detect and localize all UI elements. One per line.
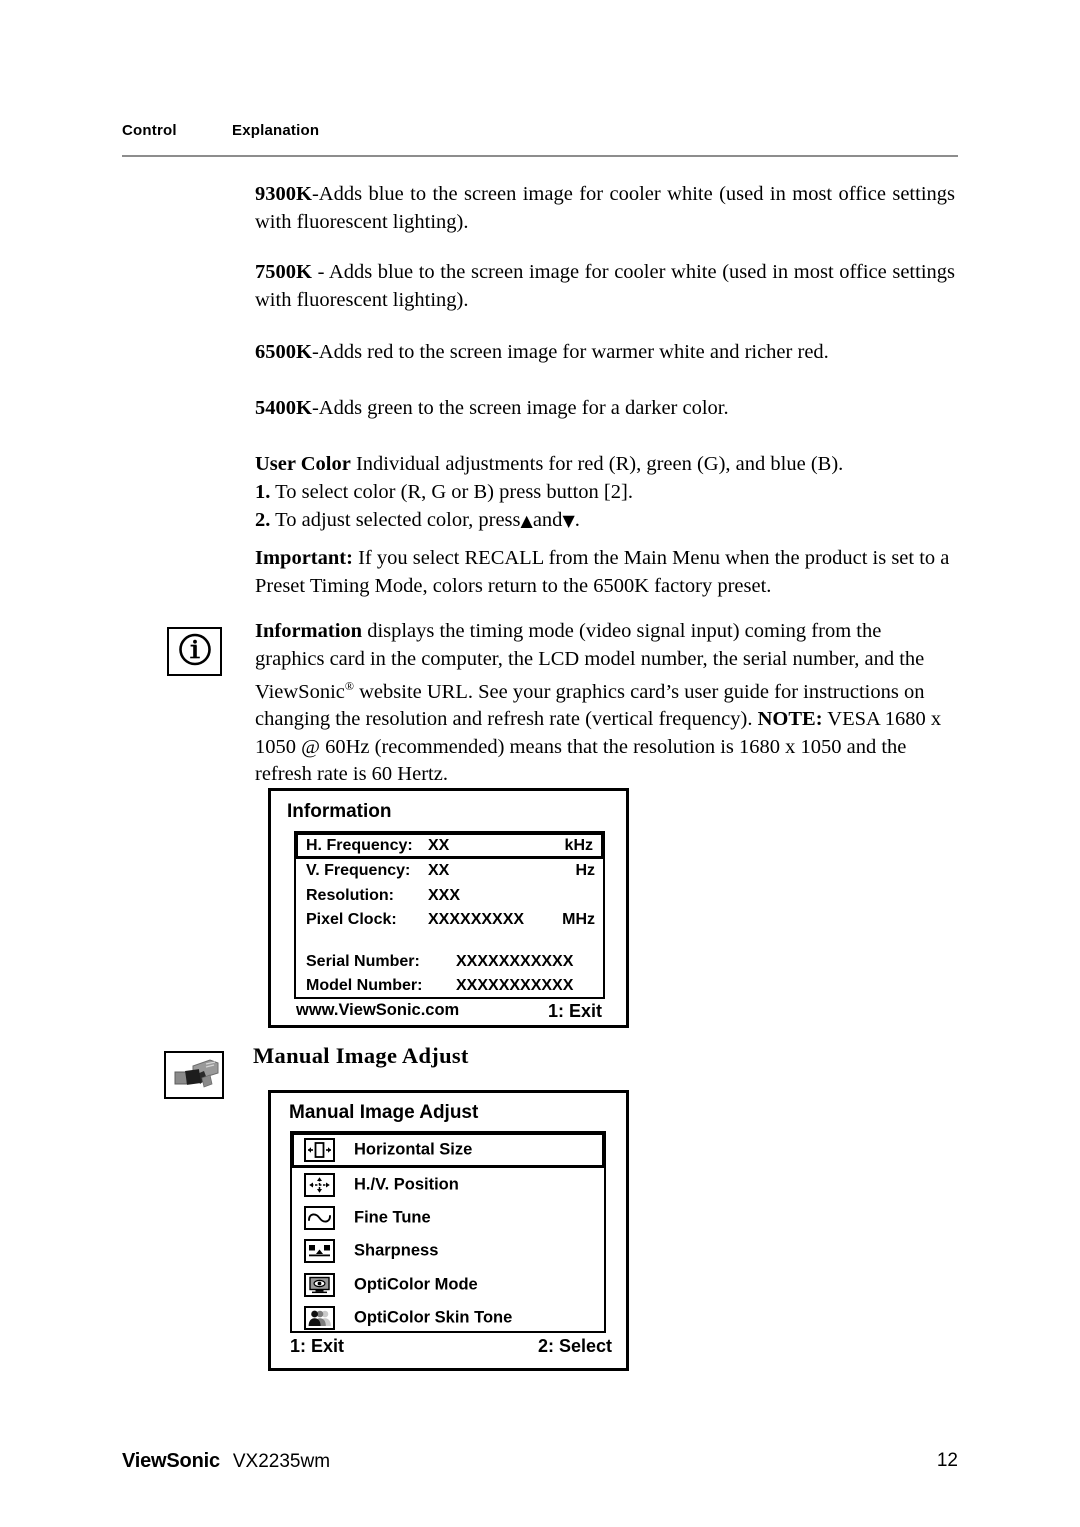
information-label: Information (255, 620, 363, 642)
down-triangle-icon: ▼ (562, 511, 575, 530)
user-color-intro: Individual adjustments for red (R), gree… (350, 453, 844, 475)
label-9300k: 9300K (255, 183, 312, 205)
column-headers: Control Explanation (122, 122, 958, 139)
menu-item-label: Sharpness (354, 1241, 439, 1260)
osd-information-rows: H. Frequency: XX kHz V. Frequency: XX Hz… (294, 831, 605, 999)
user-color-intro-line: User Color Individual adjustments for re… (255, 450, 955, 478)
user-color-block: User Color Individual adjustments for re… (255, 450, 955, 600)
text-9300k: -Adds blue to the screen image for coole… (255, 183, 955, 233)
step-2-text-b: . (574, 509, 580, 531)
paragraph-9300k: 9300K-Adds blue to the screen image for … (255, 180, 955, 236)
osd-row-pixel-clock[interactable]: Pixel Clock: XXXXXXXXX MHz (296, 908, 603, 933)
note-label: NOTE: (757, 708, 823, 731)
circled-i-icon (177, 631, 213, 672)
osd-row-value: XXX (428, 886, 461, 904)
osd-row-unit: kHz (564, 836, 593, 854)
osd-exit-hint[interactable]: 1: Exit (290, 1336, 344, 1357)
important-note: Important: If you select RECALL from the… (255, 544, 950, 600)
footer-brand: ViewSonic (122, 1450, 220, 1472)
footer-model: VX2235wm (232, 1451, 331, 1472)
step-1-text: To select color (R, G or B) press button… (270, 481, 633, 503)
osd-manual-image-adjust-items: Horizontal Size H./V. Position Fine Tune… (290, 1131, 606, 1333)
osd-information-title: Information (287, 801, 392, 822)
osd-website-url: www.ViewSonic.com (296, 1001, 460, 1019)
column-header-control: Control (122, 122, 177, 139)
menu-item-label: Horizontal Size (354, 1140, 473, 1159)
user-color-label: User Color (255, 453, 351, 475)
osd-row-value: XXXXXXXXXXX (456, 952, 574, 970)
opticolor-mode-icon (304, 1272, 335, 1297)
osd-information-panel: Information H. Frequency: XX kHz V. Freq… (268, 788, 629, 1028)
osd-row-label: Model Number: (306, 977, 423, 995)
menu-item-label: OptiColor Mode (354, 1275, 478, 1294)
osd-row-label: H. Frequency: (306, 836, 413, 854)
osd-row-label: V. Frequency: (306, 862, 411, 880)
hv-position-icon (304, 1172, 335, 1197)
important-text: If you select RECALL from the Main Menu … (255, 547, 950, 597)
step-2-number: 2. (255, 509, 271, 531)
osd-manual-image-adjust-footer: 1: Exit 2: Select (290, 1336, 612, 1362)
step-1-number: 1. (255, 481, 271, 503)
osd-information-footer: www.ViewSonic.com 1: Exit (294, 1001, 614, 1025)
osd-row-label: Pixel Clock: (306, 911, 397, 929)
page-number: 12 (936, 1450, 958, 1471)
osd-row-h-frequency[interactable]: H. Frequency: XX kHz (295, 832, 604, 859)
osd-row-value: XX (428, 836, 450, 854)
osd-row-unit: MHz (562, 911, 595, 929)
label-7500k: 7500K (255, 261, 312, 283)
osd-row-label: Resolution: (306, 886, 394, 904)
paragraph-5400k: 5400K-Adds green to the screen image for… (255, 394, 955, 422)
menu-item-label: OptiColor Skin Tone (354, 1308, 513, 1327)
osd-manual-image-adjust-title: Manual Image Adjust (289, 1102, 479, 1123)
menu-item-opticolor-mode[interactable]: OptiColor Mode (292, 1268, 604, 1301)
menu-item-opticolor-skin-tone[interactable]: OptiColor Skin Tone (292, 1302, 604, 1335)
osd-manual-image-adjust-panel: Manual Image Adjust Horizontal Size H./V… (268, 1090, 629, 1371)
text-6500k: -Adds red to the screen image for warmer… (311, 341, 829, 363)
menu-item-fine-tune[interactable]: Fine Tune (292, 1201, 604, 1234)
information-icon (167, 627, 222, 676)
manual-image-adjust-heading: Manual Image Adjust (253, 1043, 469, 1068)
menu-item-horizontal-size[interactable]: Horizontal Size (291, 1132, 605, 1168)
column-header-explanation: Explanation (232, 122, 320, 139)
step-2-text-a: To adjust selected color, press (270, 509, 521, 531)
sharpness-icon (304, 1239, 335, 1264)
osd-row-v-frequency[interactable]: V. Frequency: XX Hz (296, 859, 603, 884)
text-5400k: -Adds green to the screen image for a da… (311, 397, 729, 419)
osd-exit-hint[interactable]: 1: Exit (548, 1001, 602, 1022)
osd-row-label: Serial Number: (306, 952, 420, 970)
label-5400k: 5400K (255, 397, 312, 419)
opticolor-skin-tone-icon (304, 1306, 335, 1331)
page-footer: ViewSonic VX2235wm 12 (122, 1450, 958, 1473)
osd-row-serial-number: Serial Number: XXXXXXXXXXX (296, 950, 603, 975)
important-label: Important: (255, 547, 353, 569)
menu-item-hv-position[interactable]: H./V. Position (292, 1168, 604, 1201)
horizontal-size-icon (304, 1138, 335, 1162)
step-2-and: and (532, 509, 563, 531)
fine-tune-icon (304, 1206, 335, 1231)
up-triangle-icon: ▲ (520, 511, 533, 530)
information-paragraph: Information displays the timing mode (vi… (255, 618, 955, 789)
osd-select-hint[interactable]: 2: Select (538, 1336, 612, 1357)
osd-row-unit: Hz (575, 862, 595, 880)
header-divider (122, 155, 958, 157)
registered-mark: ® (344, 679, 354, 693)
osd-row-value: XXXXXXXXXXX (456, 977, 574, 995)
osd-row-value: XX (428, 862, 450, 880)
osd-row-model-number: Model Number: XXXXXXXXXXX (296, 974, 603, 999)
osd-row-value: XXXXXXXXX (428, 911, 525, 929)
menu-item-label: Fine Tune (354, 1208, 431, 1227)
label-6500k: 6500K (255, 341, 312, 363)
menu-item-label: H./V. Position (354, 1175, 459, 1194)
menu-item-sharpness[interactable]: Sharpness (292, 1235, 604, 1268)
paragraph-7500k: 7500K - Adds blue to the screen image fo… (255, 258, 955, 314)
osd-row-spacer (296, 933, 603, 950)
user-color-step-2: 2. To adjust selected color, press▲and▼. (255, 506, 955, 535)
user-color-step-1: 1. To select color (R, G or B) press but… (255, 478, 955, 506)
osd-row-resolution[interactable]: Resolution: XXX (296, 884, 603, 909)
paragraph-6500k: 6500K-Adds red to the screen image for w… (255, 338, 955, 366)
spray-gun-icon (164, 1051, 224, 1099)
text-7500k: - Adds blue to the screen image for cool… (255, 261, 955, 311)
